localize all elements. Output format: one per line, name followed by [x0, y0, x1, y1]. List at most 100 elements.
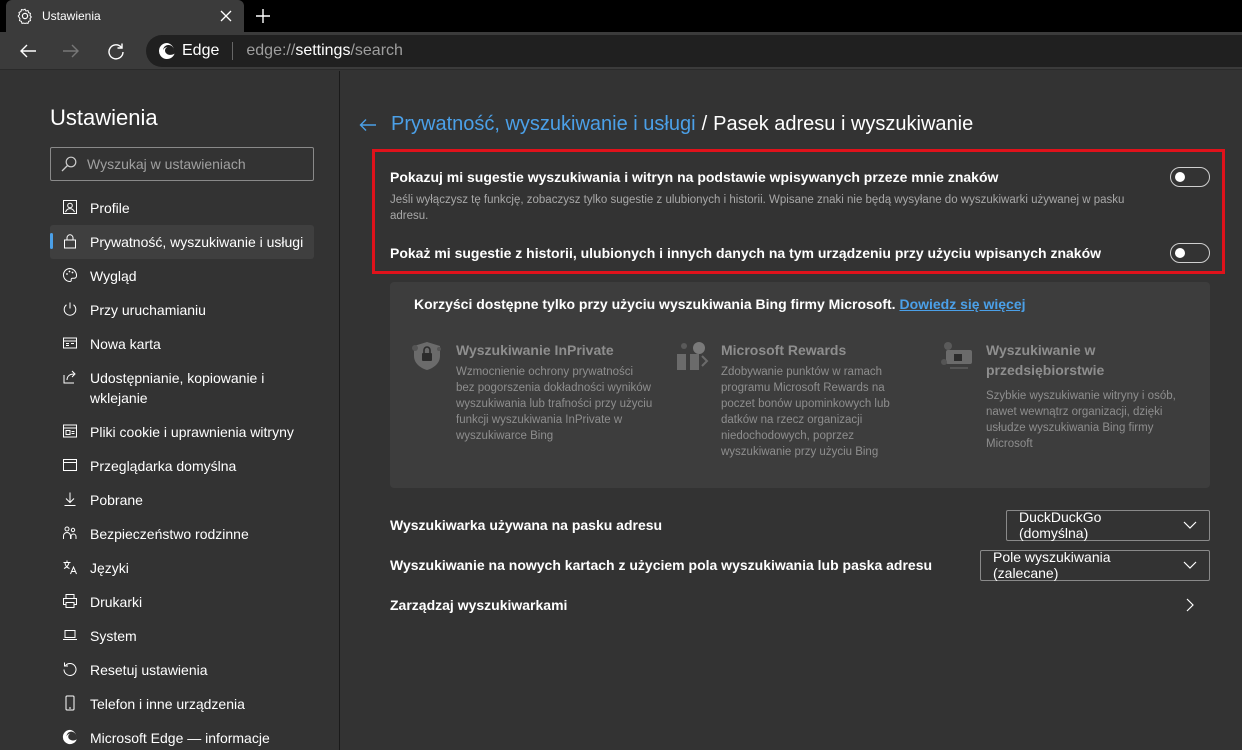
sidebar-item-privacy[interactable]: Prywatność, wyszukiwanie i usługi [50, 225, 314, 259]
newtab-search-label: Wyszukiwanie na nowych kartach z użyciem… [390, 557, 933, 573]
download-icon [62, 491, 78, 507]
rewards-icon [677, 342, 709, 370]
search-input[interactable] [87, 156, 307, 172]
search-icon [61, 156, 77, 172]
engine-dropdown[interactable]: DuckDuckGo (domyślna) [1006, 509, 1210, 541]
sidebar-item-startup[interactable]: Przy uruchamianiu [50, 293, 314, 327]
toggle-knob [1175, 172, 1185, 182]
laptop-icon [62, 627, 78, 643]
chevron-down-icon [1183, 561, 1197, 569]
local-suggestions-toggle[interactable] [1170, 243, 1210, 263]
option-description: Jeśli wyłączysz tę funkcję, zobaczysz ty… [390, 194, 1125, 222]
refresh-icon [108, 43, 124, 60]
sidebar-item-family[interactable]: Bezpieczeństwo rodzinne [50, 517, 314, 551]
bing-benefits-card: Korzyści dostępne tylko przy użyciu wysz… [390, 282, 1210, 488]
new-tab-button[interactable] [252, 6, 274, 26]
sidebar-item-cookies[interactable]: Pliki cookie i uprawnienia witryny [50, 415, 314, 449]
plus-icon [256, 9, 270, 23]
address-separator [232, 42, 234, 60]
sidebar-item-label: Przy uruchamianiu [90, 302, 206, 318]
bing-intro: Korzyści dostępne tylko przy użyciu wysz… [414, 296, 1026, 312]
sidebar-item-share[interactable]: Udostępnianie, kopiowanie i wklejanie [50, 361, 314, 415]
manage-engines-label: Zarządzaj wyszukiwarkami [390, 597, 568, 613]
settings-sidebar: Ustawienia Profile Prywatność, wyszukiwa… [0, 71, 340, 750]
sidebar-item-label: Prywatność, wyszukiwanie i usługi [90, 234, 304, 250]
lock-icon [62, 233, 78, 249]
newtab-search-dropdown[interactable]: Pole wyszukiwania (zalecane) [980, 549, 1210, 581]
search-suggestions-toggle[interactable] [1170, 167, 1210, 187]
settings-main: Prywatność, wyszukiwanie i usługi / Pase… [341, 71, 1242, 750]
sidebar-item-profile[interactable]: Profile [50, 191, 314, 225]
settings-search[interactable] [50, 147, 314, 181]
sidebar-item-new-tab[interactable]: Nowa karta [50, 327, 314, 361]
newtab-search-selected: Pole wyszukiwania (zalecane) [993, 549, 1111, 581]
learn-more-link[interactable]: Dowiedz się więcej [899, 296, 1025, 312]
site-permissions-icon [62, 423, 78, 439]
profile-icon [62, 199, 78, 215]
arrow-right-icon [63, 44, 79, 58]
back-button[interactable] [15, 39, 41, 63]
toolbar: Edge edge://settings/search [0, 32, 1242, 70]
feature-description: Zdobywanie punktów w ramach programu Mic… [721, 366, 890, 458]
sidebar-item-label: Nowa karta [90, 336, 161, 352]
sidebar-item-label: Telefon i inne urządzenia [90, 696, 245, 712]
local-suggestions-option: Pokaż mi sugestie z historii, ulubionych… [390, 245, 1190, 261]
sidebar-item-label: Pobrane [90, 492, 143, 508]
sidebar-item-appearance[interactable]: Wygląd [50, 259, 314, 293]
engine-label: Wyszukiwarka używana na pasku adresu [390, 517, 663, 533]
sidebar-item-label: Przeglądarka domyślna [90, 458, 237, 474]
sidebar-item-label: Udostępnianie, kopiowanie i wklejanie [90, 370, 265, 406]
refresh-button[interactable] [103, 39, 129, 63]
sidebar-item-languages[interactable]: Języki [50, 551, 314, 585]
close-icon[interactable] [218, 8, 234, 24]
sidebar-item-printers[interactable]: Drukarki [50, 585, 314, 619]
toggle-knob [1175, 248, 1185, 258]
feature-description: Szybkie wyszukiwanie witryny i osób, naw… [986, 390, 1176, 450]
feature-description: Wzmocnienie ochrony prywatności bez pogo… [456, 366, 653, 442]
sidebar-item-label: Wygląd [90, 268, 137, 284]
feature-title: Wyszukiwanie w przedsiębiorstwie [986, 342, 1105, 378]
sidebar-item-label: Języki [90, 560, 129, 576]
feature-title: Microsoft Rewards [721, 342, 847, 358]
reset-icon [62, 661, 78, 677]
engine-selected: DuckDuckGo (domyślna) [1019, 509, 1102, 541]
sidebar-item-label: Resetuj ustawienia [90, 662, 208, 678]
enterprise-search-icon [941, 342, 972, 369]
option-title: Pokaż mi sugestie z historii, ulubionych… [390, 245, 1102, 261]
sidebar-item-label: Drukarki [90, 594, 143, 610]
sidebar-item-downloads[interactable]: Pobrane [50, 483, 314, 517]
url-text: edge://settings/search [246, 42, 403, 59]
palette-icon [62, 267, 78, 283]
breadcrumb-separator: / [701, 113, 708, 135]
back-arrow-icon[interactable] [359, 115, 379, 135]
power-icon [62, 301, 78, 317]
forward-button[interactable] [58, 39, 84, 63]
arrow-left-icon [20, 44, 36, 58]
sidebar-item-phone[interactable]: Telefon i inne urządzenia [50, 687, 314, 721]
sidebar-item-system[interactable]: System [50, 619, 314, 653]
search-suggestions-option: Pokazuj mi sugestie wyszukiwania i witry… [390, 169, 1190, 224]
sidebar-item-label: Bezpieczeństwo rodzinne [90, 526, 249, 542]
share-icon [62, 369, 78, 385]
phone-icon [62, 695, 78, 711]
chevron-right-icon [1186, 598, 1194, 615]
breadcrumb-parent-link[interactable]: Prywatność, wyszukiwanie i usługi [391, 113, 696, 136]
sidebar-title: Ustawienia [50, 105, 158, 130]
address-bar[interactable]: Edge edge://settings/search [146, 35, 1242, 67]
breadcrumb: Prywatność, wyszukiwanie i usługi / Pase… [359, 113, 973, 136]
chevron-down-icon [1183, 521, 1197, 529]
sidebar-item-reset[interactable]: Resetuj ustawienia [50, 653, 314, 687]
new-tab-icon [62, 335, 78, 351]
sidebar-item-default-browser[interactable]: Przeglądarka domyślna [50, 449, 314, 483]
sidebar-item-label: Profile [90, 200, 130, 216]
new-tab-search-row: Wyszukiwanie na nowych kartach z użyciem… [390, 549, 1210, 581]
sidebar-item-label: Pliki cookie i uprawnienia witryny [90, 424, 294, 440]
tab-title: Ustawienia [42, 9, 101, 23]
edge-icon [62, 729, 78, 745]
sidebar-item-about[interactable]: Microsoft Edge — informacje [50, 721, 314, 750]
manage-engines-row[interactable]: Zarządzaj wyszukiwarkami [390, 590, 1210, 620]
page-title: Pasek adresu i wyszukiwanie [713, 113, 974, 135]
tab-settings[interactable]: Ustawienia [6, 0, 244, 32]
settings-nav: Profile Prywatność, wyszukiwanie i usług… [50, 191, 314, 750]
edge-label: Edge [182, 42, 220, 59]
